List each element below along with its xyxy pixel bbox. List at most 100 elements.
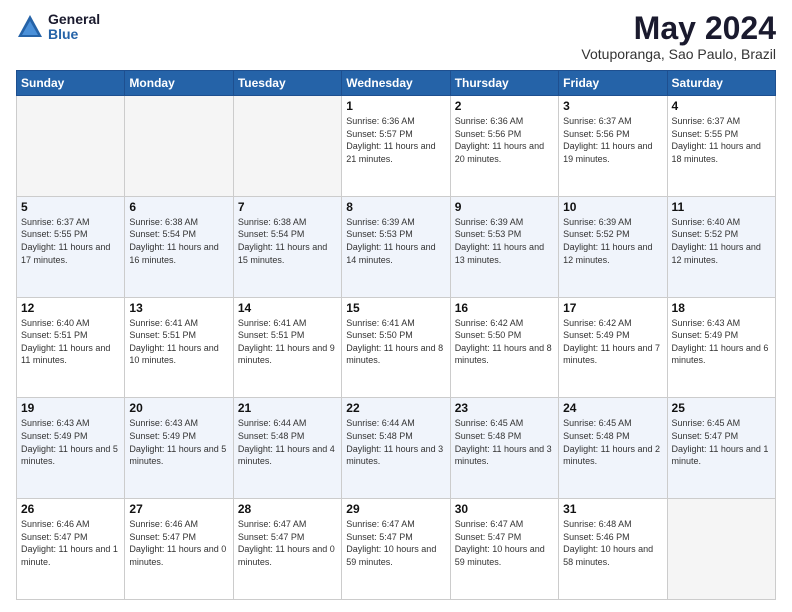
- day-number: 10: [563, 200, 662, 214]
- calendar-cell: 12Sunrise: 6:40 AMSunset: 5:51 PMDayligh…: [17, 297, 125, 398]
- day-number: 16: [455, 301, 554, 315]
- day-number: 31: [563, 502, 662, 516]
- day-number: 17: [563, 301, 662, 315]
- day-number: 20: [129, 401, 228, 415]
- title-block: May 2024 Votuporanga, Sao Paulo, Brazil: [581, 12, 776, 62]
- cell-info: Sunrise: 6:37 AMSunset: 5:55 PMDaylight:…: [21, 216, 120, 266]
- cell-info: Sunrise: 6:40 AMSunset: 5:52 PMDaylight:…: [672, 216, 771, 266]
- calendar-week-4: 19 Sunrise: 6:43 AMSunset: 5:49 PMDayligh…: [17, 398, 776, 499]
- calendar-cell: [233, 96, 341, 197]
- calendar-week-1: 1Sunrise: 6:36 AMSunset: 5:57 PMDaylight…: [17, 96, 776, 197]
- day-number: 27: [129, 502, 228, 516]
- calendar-cell: 28Sunrise: 6:47 AMSunset: 5:47 PMDayligh…: [233, 499, 341, 600]
- cell-info: Sunrise: 6:38 AMSunset: 5:54 PMDaylight:…: [129, 216, 228, 266]
- weekday-header-sunday: Sunday: [17, 71, 125, 96]
- cell-info: Sunrise: 6:47 AMSunset: 5:47 PMDaylight:…: [346, 518, 445, 568]
- calendar-week-2: 5 Sunrise: 6:37 AMSunset: 5:55 PMDaylight…: [17, 196, 776, 297]
- calendar-cell: 3 Sunrise: 6:37 AMSunset: 5:56 PMDaylight…: [559, 96, 667, 197]
- logo-icon: [16, 13, 44, 41]
- cell-info: Sunrise: 6:37 AMSunset: 5:56 PMDaylight:…: [563, 115, 662, 165]
- cell-info: Sunrise: 6:44 AMSunset: 5:48 PMDaylight:…: [346, 417, 445, 467]
- calendar-cell: 25Sunrise: 6:45 AMSunset: 5:47 PMDayligh…: [667, 398, 775, 499]
- calendar-cell: 23 Sunrise: 6:45 AMSunset: 5:48 PMDayligh…: [450, 398, 558, 499]
- cell-info: Sunrise: 6:36 AMSunset: 5:56 PMDaylight:…: [455, 115, 554, 165]
- day-number: 24: [563, 401, 662, 415]
- weekday-header-row: SundayMondayTuesdayWednesdayThursdayFrid…: [17, 71, 776, 96]
- cell-info: Sunrise: 6:42 AMSunset: 5:50 PMDaylight:…: [455, 317, 554, 367]
- calendar-cell: 7 Sunrise: 6:38 AMSunset: 5:54 PMDaylight…: [233, 196, 341, 297]
- calendar-cell: 14 Sunrise: 6:41 AMSunset: 5:51 PMDayligh…: [233, 297, 341, 398]
- logo-general-text: General: [48, 12, 100, 27]
- day-number: 6: [129, 200, 228, 214]
- calendar-cell: 20 Sunrise: 6:43 AMSunset: 5:49 PMDayligh…: [125, 398, 233, 499]
- day-number: 21: [238, 401, 337, 415]
- calendar-cell: 2Sunrise: 6:36 AMSunset: 5:56 PMDaylight…: [450, 96, 558, 197]
- calendar-cell: 22 Sunrise: 6:44 AMSunset: 5:48 PMDayligh…: [342, 398, 450, 499]
- cell-info: Sunrise: 6:45 AMSunset: 5:48 PMDaylight:…: [563, 417, 662, 467]
- calendar-cell: 24 Sunrise: 6:45 AMSunset: 5:48 PMDayligh…: [559, 398, 667, 499]
- weekday-header-thursday: Thursday: [450, 71, 558, 96]
- cell-info: Sunrise: 6:45 AMSunset: 5:48 PMDaylight:…: [455, 417, 554, 467]
- day-number: 19: [21, 401, 120, 415]
- weekday-header-friday: Friday: [559, 71, 667, 96]
- calendar-cell: 15 Sunrise: 6:41 AMSunset: 5:50 PMDayligh…: [342, 297, 450, 398]
- day-number: 30: [455, 502, 554, 516]
- day-number: 11: [672, 200, 771, 214]
- calendar-cell: 1Sunrise: 6:36 AMSunset: 5:57 PMDaylight…: [342, 96, 450, 197]
- cell-info: Sunrise: 6:46 AMSunset: 5:47 PMDaylight:…: [21, 518, 120, 568]
- day-number: 3: [563, 99, 662, 113]
- cell-info: Sunrise: 6:41 AMSunset: 5:51 PMDaylight:…: [238, 317, 337, 367]
- logo-blue-text: Blue: [48, 27, 100, 42]
- calendar-cell: 11 Sunrise: 6:40 AMSunset: 5:52 PMDayligh…: [667, 196, 775, 297]
- header: General Blue May 2024 Votuporanga, Sao P…: [16, 12, 776, 62]
- day-number: 5: [21, 200, 120, 214]
- calendar-cell: 26 Sunrise: 6:46 AMSunset: 5:47 PMDayligh…: [17, 499, 125, 600]
- day-number: 13: [129, 301, 228, 315]
- location: Votuporanga, Sao Paulo, Brazil: [581, 46, 776, 62]
- cell-info: Sunrise: 6:48 AMSunset: 5:46 PMDaylight:…: [563, 518, 662, 568]
- cell-info: Sunrise: 6:43 AMSunset: 5:49 PMDaylight:…: [672, 317, 771, 367]
- calendar-cell: 31 Sunrise: 6:48 AMSunset: 5:46 PMDayligh…: [559, 499, 667, 600]
- day-number: 23: [455, 401, 554, 415]
- calendar-cell: [125, 96, 233, 197]
- weekday-header-saturday: Saturday: [667, 71, 775, 96]
- calendar-cell: 21 Sunrise: 6:44 AMSunset: 5:48 PMDayligh…: [233, 398, 341, 499]
- month-title: May 2024: [581, 12, 776, 44]
- day-number: 4: [672, 99, 771, 113]
- calendar-cell: 30 Sunrise: 6:47 AMSunset: 5:47 PMDayligh…: [450, 499, 558, 600]
- day-number: 18: [672, 301, 771, 315]
- day-number: 29: [346, 502, 445, 516]
- cell-info: Sunrise: 6:37 AMSunset: 5:55 PMDaylight:…: [672, 115, 771, 165]
- calendar-cell: 18 Sunrise: 6:43 AMSunset: 5:49 PMDayligh…: [667, 297, 775, 398]
- day-number: 22: [346, 401, 445, 415]
- day-number: 9: [455, 200, 554, 214]
- day-number: 15: [346, 301, 445, 315]
- day-number: 14: [238, 301, 337, 315]
- cell-info: Sunrise: 6:47 AMSunset: 5:47 PMDaylight:…: [455, 518, 554, 568]
- calendar-table: SundayMondayTuesdayWednesdayThursdayFrid…: [16, 70, 776, 600]
- day-number: 28: [238, 502, 337, 516]
- cell-info: Sunrise: 6:44 AMSunset: 5:48 PMDaylight:…: [238, 417, 337, 467]
- calendar-cell: 27 Sunrise: 6:46 AMSunset: 5:47 PMDayligh…: [125, 499, 233, 600]
- weekday-header-tuesday: Tuesday: [233, 71, 341, 96]
- cell-info: Sunrise: 6:43 AMSunset: 5:49 PMDaylight:…: [129, 417, 228, 467]
- logo: General Blue: [16, 12, 100, 43]
- day-number: 25: [672, 401, 771, 415]
- calendar-cell: [667, 499, 775, 600]
- day-number: 7: [238, 200, 337, 214]
- calendar-cell: 16 Sunrise: 6:42 AMSunset: 5:50 PMDayligh…: [450, 297, 558, 398]
- calendar-cell: 8Sunrise: 6:39 AMSunset: 5:53 PMDaylight…: [342, 196, 450, 297]
- cell-info: Sunrise: 6:39 AMSunset: 5:53 PMDaylight:…: [455, 216, 554, 266]
- weekday-header-monday: Monday: [125, 71, 233, 96]
- calendar-cell: 10 Sunrise: 6:39 AMSunset: 5:52 PMDayligh…: [559, 196, 667, 297]
- calendar-cell: 4 Sunrise: 6:37 AMSunset: 5:55 PMDaylight…: [667, 96, 775, 197]
- day-number: 12: [21, 301, 120, 315]
- cell-info: Sunrise: 6:38 AMSunset: 5:54 PMDaylight:…: [238, 216, 337, 266]
- cell-info: Sunrise: 6:39 AMSunset: 5:52 PMDaylight:…: [563, 216, 662, 266]
- calendar-cell: [17, 96, 125, 197]
- cell-info: Sunrise: 6:46 AMSunset: 5:47 PMDaylight:…: [129, 518, 228, 568]
- cell-info: Sunrise: 6:41 AMSunset: 5:50 PMDaylight:…: [346, 317, 445, 367]
- day-number: 26: [21, 502, 120, 516]
- calendar-cell: 19Sunrise: 6:43 AMSunset: 5:49 PMDayligh…: [17, 398, 125, 499]
- day-number: 1: [346, 99, 445, 113]
